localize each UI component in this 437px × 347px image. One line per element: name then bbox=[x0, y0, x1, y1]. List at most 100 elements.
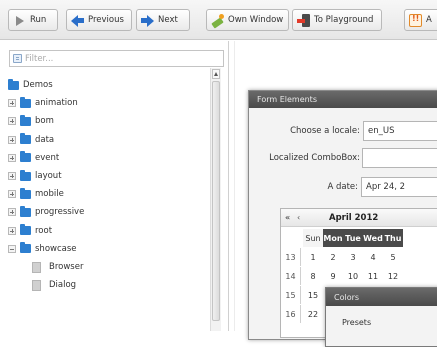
demo-browser-panel: Demos animation bom data event layout mobile pr… bbox=[0, 41, 229, 331]
expand-icon[interactable] bbox=[8, 190, 16, 199]
colors-window[interactable]: Colors Presets bbox=[325, 287, 437, 347]
tree-folder-item[interactable]: Demos bbox=[8, 76, 53, 94]
date-field[interactable]: Apr 24, 2 bbox=[361, 177, 437, 197]
combo-label-row: Localized ComboBox: bbox=[248, 148, 360, 168]
filter-icon bbox=[13, 54, 22, 63]
calendar-day[interactable]: 5 bbox=[383, 248, 403, 266]
previous-button-label: Previous bbox=[88, 15, 124, 25]
stage-divider bbox=[234, 41, 235, 331]
filter-field[interactable] bbox=[9, 50, 224, 67]
calendar-day[interactable]: 2 bbox=[323, 248, 343, 266]
locale-select[interactable]: en_US bbox=[363, 121, 437, 141]
api-button[interactable]: A bbox=[404, 9, 437, 31]
to-playground-button[interactable]: To Playground bbox=[292, 9, 382, 31]
calendar-month-title: April 2012 bbox=[329, 213, 379, 223]
calendar-day[interactable]: 8 bbox=[303, 267, 323, 285]
locale-label: Choose a locale: bbox=[290, 126, 360, 136]
calendar-day[interactable]: 9 bbox=[323, 267, 343, 285]
calendar-day[interactable]: 12 bbox=[383, 267, 403, 285]
own-window-button-label: Own Window bbox=[228, 15, 284, 25]
playground-icon bbox=[297, 13, 310, 27]
expand-icon[interactable] bbox=[8, 117, 16, 126]
previous-button[interactable]: Previous bbox=[66, 9, 132, 31]
api-icon bbox=[409, 13, 422, 27]
tree-item-label: root bbox=[35, 225, 53, 236]
tree-item-label: animation bbox=[35, 98, 78, 109]
calendar-day[interactable]: 22 bbox=[303, 305, 323, 323]
tree-item-label: progressive bbox=[35, 207, 85, 218]
filter-input[interactable] bbox=[25, 53, 205, 64]
folder-icon bbox=[20, 242, 31, 254]
arrow-left-icon bbox=[71, 14, 84, 27]
calendar-day[interactable]: 10 bbox=[343, 267, 363, 285]
folder-icon bbox=[20, 224, 31, 236]
calendar-week-number: 14 bbox=[281, 267, 301, 285]
tree-folder-item[interactable]: root bbox=[8, 222, 52, 240]
colors-window-title: Colors bbox=[326, 288, 437, 306]
file-icon bbox=[32, 279, 41, 291]
tree-item-label: event bbox=[35, 152, 60, 163]
presets-label: Presets bbox=[342, 318, 372, 327]
play-icon bbox=[13, 14, 26, 27]
tree-file-item[interactable]: Browser bbox=[26, 258, 83, 276]
calendar-week-number: 15 bbox=[281, 286, 301, 304]
expand-icon[interactable] bbox=[8, 226, 16, 235]
tree-item-label: data bbox=[35, 134, 55, 145]
calendar-weekday-header: Mon bbox=[323, 229, 343, 247]
tree-folder-item[interactable]: animation bbox=[8, 94, 78, 112]
next-button[interactable]: Next bbox=[136, 9, 190, 31]
expand-icon[interactable] bbox=[8, 172, 16, 180]
calendar-day[interactable]: 4 bbox=[363, 248, 383, 266]
calendar-day[interactable]: 1 bbox=[303, 248, 323, 266]
collapse-icon[interactable] bbox=[8, 244, 16, 253]
folder-icon bbox=[20, 133, 31, 145]
expand-icon[interactable] bbox=[8, 208, 16, 217]
folder-icon bbox=[8, 78, 19, 90]
folder-icon bbox=[20, 169, 31, 181]
calendar-navigation: « ‹ April 2012 bbox=[281, 209, 437, 227]
tree-scrollbar[interactable] bbox=[210, 68, 221, 331]
calendar-weekday-header: Wed bbox=[363, 229, 383, 247]
calendar-day[interactable]: 15 bbox=[303, 286, 323, 304]
api-button-label: A bbox=[426, 15, 432, 25]
calendar-weekday-header: Thu bbox=[383, 229, 403, 247]
demo-tree: Demos animation bom data event layout mobile pr… bbox=[8, 76, 208, 336]
expand-icon[interactable] bbox=[8, 135, 16, 144]
run-button[interactable]: Run bbox=[8, 9, 58, 31]
calendar-week-number: 16 bbox=[281, 305, 301, 323]
tree-folder-item[interactable]: layout bbox=[8, 167, 62, 185]
tree-item-label: mobile bbox=[35, 189, 64, 200]
folder-icon bbox=[20, 96, 31, 108]
folder-icon bbox=[20, 151, 31, 163]
tree-folder-item[interactable]: showcase bbox=[8, 240, 77, 258]
calendar-weekday-header: Sun bbox=[303, 229, 323, 247]
localized-combobox[interactable] bbox=[362, 148, 437, 168]
file-icon bbox=[32, 261, 41, 273]
scroll-thumb[interactable] bbox=[212, 81, 220, 321]
arrow-right-icon bbox=[141, 14, 154, 27]
previous-month-button[interactable]: ‹ bbox=[297, 213, 300, 222]
scroll-up-button[interactable] bbox=[212, 69, 220, 79]
calendar-day[interactable]: 11 bbox=[363, 267, 383, 285]
calendar-day[interactable]: 3 bbox=[343, 248, 363, 266]
folder-icon bbox=[20, 187, 31, 199]
expand-icon[interactable] bbox=[8, 99, 16, 108]
own-window-button[interactable]: Own Window bbox=[206, 9, 289, 31]
tree-file-item[interactable]: Dialog bbox=[26, 276, 76, 294]
form-elements-window-title: Form Elements bbox=[249, 91, 437, 108]
tree-folder-item[interactable]: mobile bbox=[8, 185, 64, 203]
tree-item-label: Dialog bbox=[49, 280, 77, 291]
tree-folder-item[interactable]: data bbox=[8, 131, 54, 149]
tree-folder-item[interactable]: progressive bbox=[8, 203, 84, 221]
window-icon bbox=[211, 13, 224, 27]
tree-item-label: Demos bbox=[23, 80, 53, 90]
localized-combobox-label: Localized ComboBox: bbox=[269, 153, 360, 163]
tree-folder-item[interactable]: event bbox=[8, 149, 59, 167]
expand-icon[interactable] bbox=[8, 153, 16, 162]
to-playground-button-label: To Playground bbox=[314, 15, 374, 25]
previous-year-button[interactable]: « bbox=[285, 213, 290, 222]
run-button-label: Run bbox=[30, 15, 47, 25]
next-button-label: Next bbox=[158, 15, 178, 25]
tree-item-label: showcase bbox=[35, 243, 77, 254]
tree-folder-item[interactable]: bom bbox=[8, 112, 54, 130]
